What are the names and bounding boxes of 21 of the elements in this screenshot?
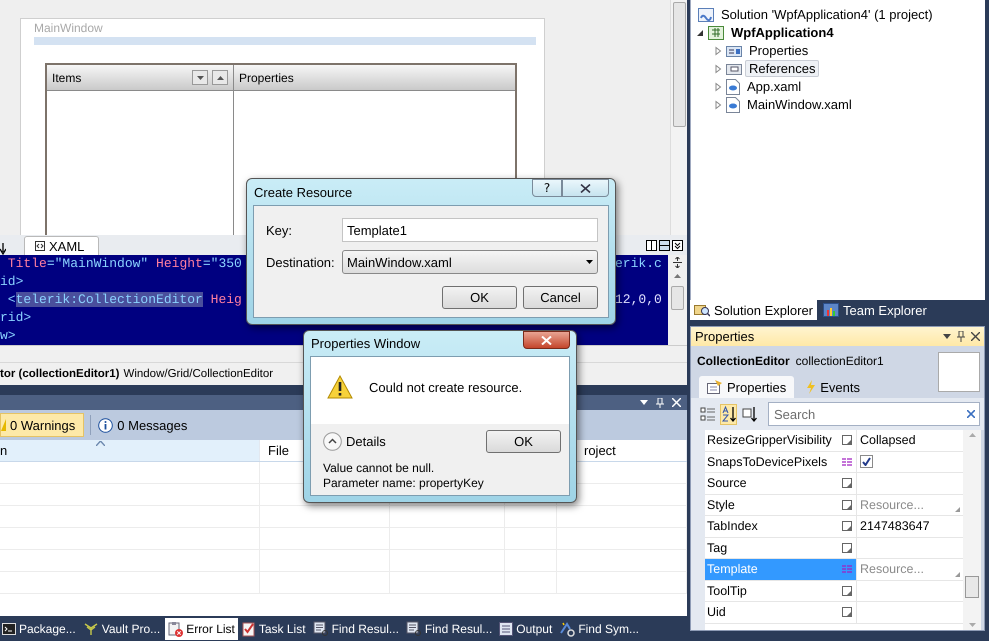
column-header: Properties [238, 70, 295, 86]
dialog-title: Properties Window [310, 336, 422, 351]
code-text: erik.c [615, 255, 662, 273]
code-text: Title="MainWindow" Height="350 [6, 255, 242, 273]
code-text: id> [0, 273, 24, 291]
selected-element-label: tor (collectionEditor1) [0, 368, 120, 380]
type-name: CollectionEditor [697, 354, 790, 368]
error-message: Could not create resource. [369, 380, 522, 395]
column-header: Items [47, 65, 234, 90]
detail-text: Parameter name: propertyKey [323, 476, 485, 491]
detail-text: Value cannot be null. [323, 461, 436, 476]
panel-titlebar: Properties [691, 327, 984, 346]
code-text: rid> [0, 309, 32, 327]
code-text: w> [0, 327, 16, 345]
code-text: <telerik:CollectionEditor Heig [6, 291, 242, 309]
dialog-title: Create Resource [253, 184, 354, 200]
field-label: Key: [266, 222, 294, 238]
instance-name: collectionEditor1 [796, 354, 884, 368]
code-text: 12,0,0 [615, 291, 662, 309]
field-label: Destination: [266, 254, 336, 270]
window-title: MainWindow [33, 20, 103, 35]
